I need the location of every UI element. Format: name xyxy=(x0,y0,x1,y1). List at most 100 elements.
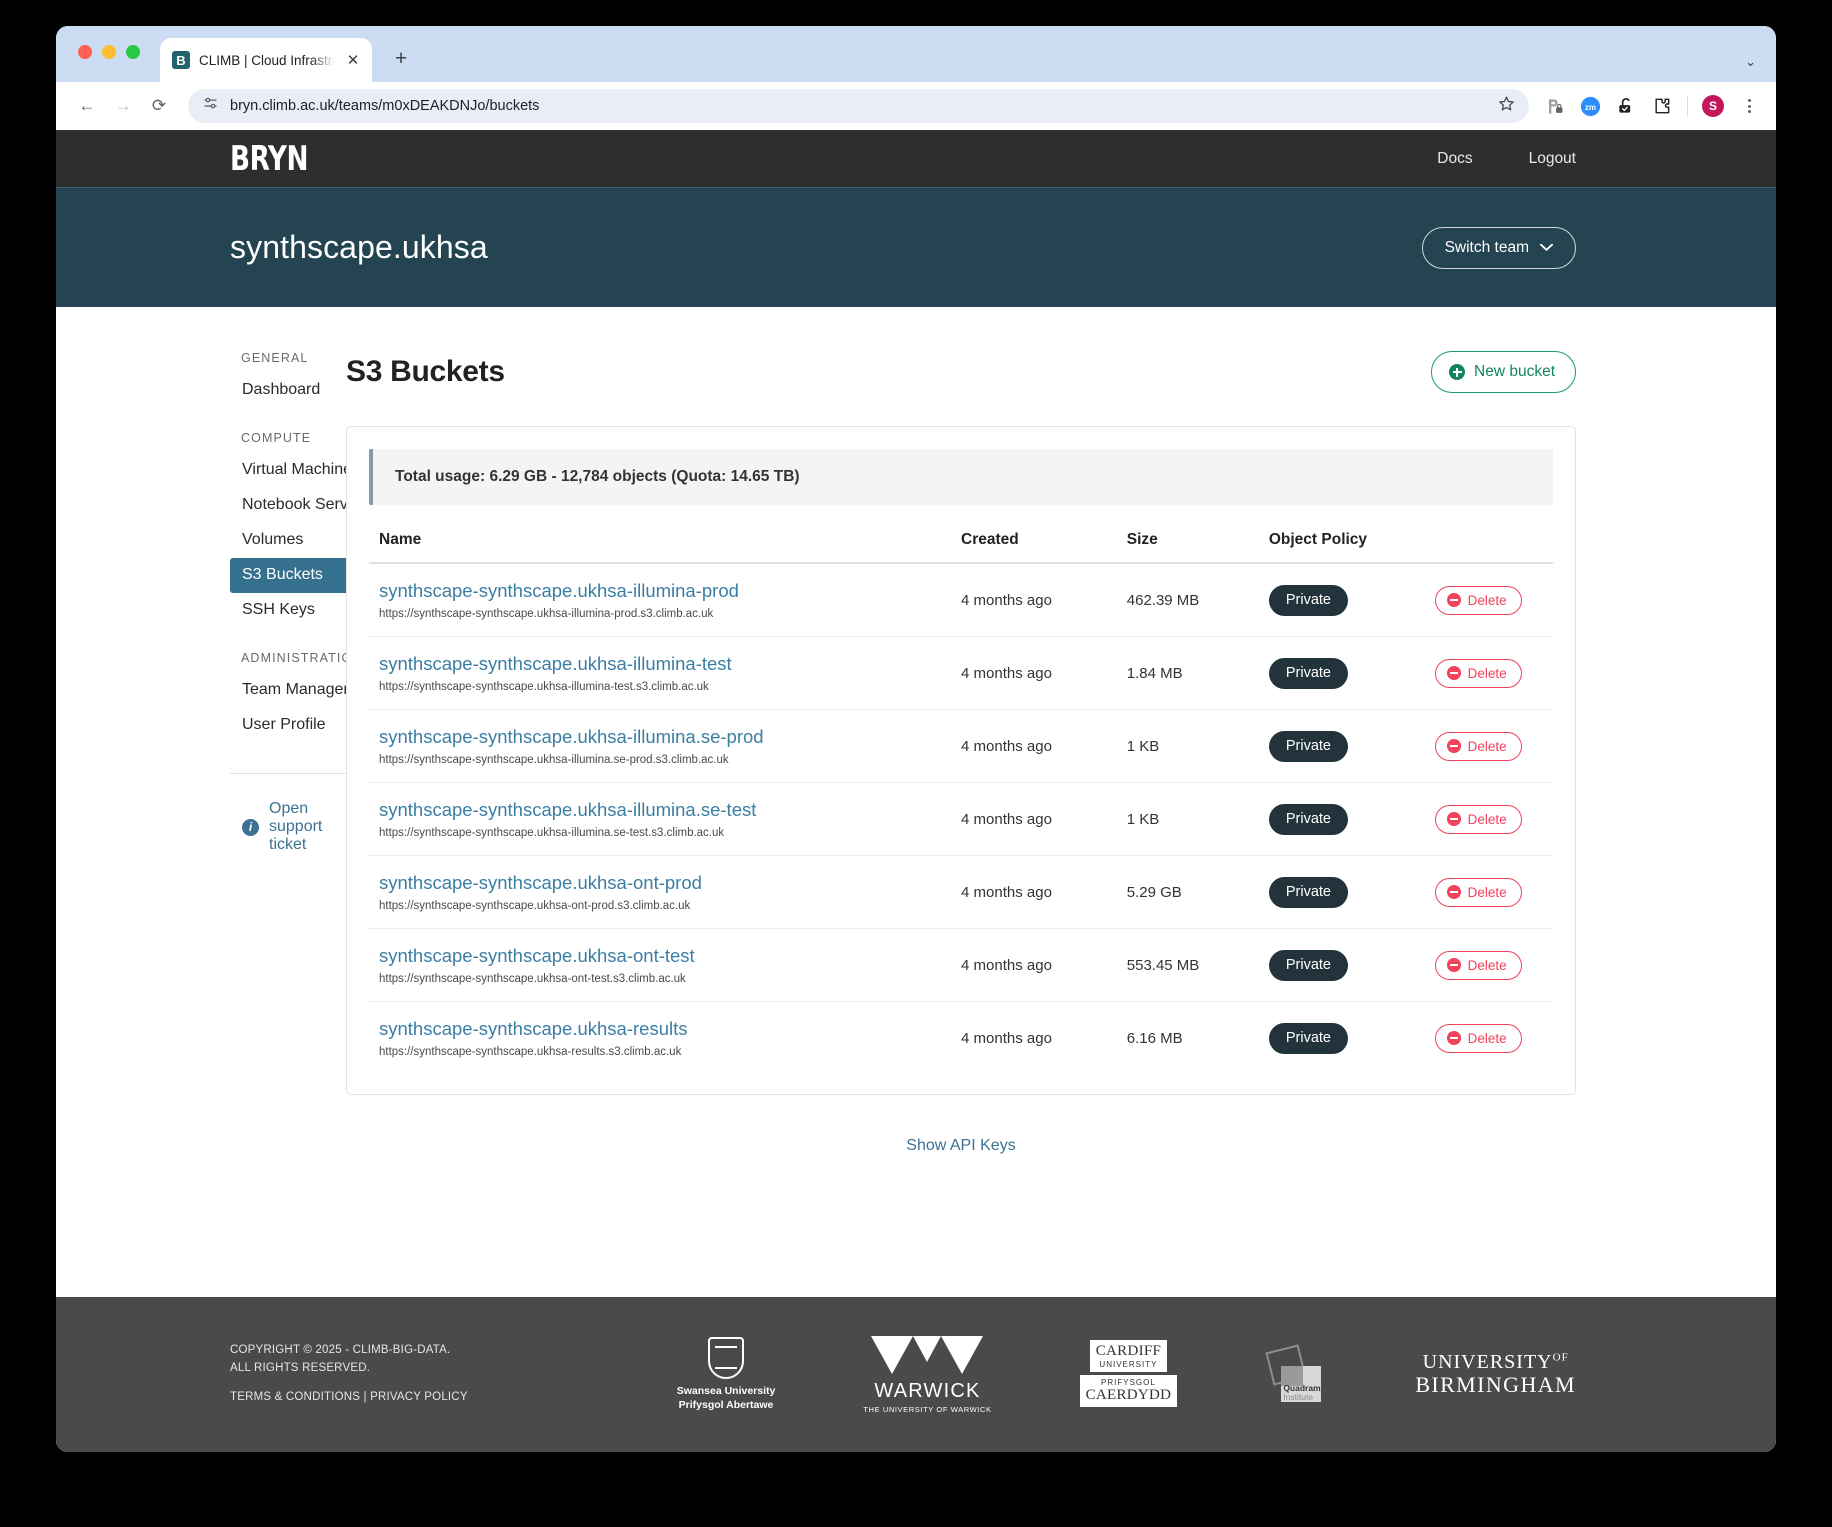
bucket-link[interactable]: synthscape-synthscape.ukhsa-illumina.se-… xyxy=(379,726,961,748)
support-link-label: Open support ticket xyxy=(269,800,323,853)
delete-bucket-button[interactable]: Delete xyxy=(1434,658,1522,688)
page-header: S3 Buckets New bucket xyxy=(346,351,1576,393)
back-arrow-icon[interactable]: ← xyxy=(72,91,102,121)
puzzle-extensions-icon[interactable] xyxy=(1651,95,1673,117)
birmingham-university-logo: UNIVERSITYOF BIRMINGHAM xyxy=(1415,1351,1576,1398)
cardiff-university-logo: CARDIFF UNIVERSITY PRIFYSGOL CAERDYDD xyxy=(1079,1339,1178,1410)
buckets-card: Total usage: 6.29 GB - 12,784 objects (Q… xyxy=(346,426,1576,1095)
bucket-name-cell: synthscape-synthscape.ukhsa-illumina-pro… xyxy=(369,563,962,637)
usage-banner: Total usage: 6.29 GB - 12,784 objects (Q… xyxy=(369,449,1553,505)
bucket-actions-cell: Delete xyxy=(1434,636,1553,710)
new-tab-button[interactable]: + xyxy=(388,46,414,72)
bryn-logo[interactable]: BRYN xyxy=(230,139,308,179)
tab-search-chevron-down-icon[interactable]: ⌄ xyxy=(1745,54,1756,70)
bucket-created: 4 months ago xyxy=(961,782,1127,856)
bucket-actions-cell: Delete xyxy=(1434,563,1553,637)
zoom-extension-icon[interactable]: zm xyxy=(1579,95,1601,117)
quadram-name-line2: Institute xyxy=(1283,1391,1314,1402)
new-bucket-button[interactable]: New bucket xyxy=(1431,351,1576,393)
delete-bucket-button[interactable]: Delete xyxy=(1434,950,1522,980)
bucket-policy-cell: Private xyxy=(1268,928,1435,1002)
delete-bucket-button[interactable]: Delete xyxy=(1434,585,1522,615)
delete-bucket-button[interactable]: Delete xyxy=(1434,731,1522,761)
warwick-name: WARWICK xyxy=(874,1379,981,1402)
quadram-mark-icon: Quadram Institute xyxy=(1265,1343,1327,1406)
column-header-name: Name xyxy=(369,531,962,564)
show-api-keys-link[interactable]: Show API Keys xyxy=(346,1137,1576,1155)
bucket-link[interactable]: synthscape-synthscape.ukhsa-illumina.se-… xyxy=(379,799,961,821)
forward-arrow-icon[interactable]: → xyxy=(108,91,138,121)
close-window-button[interactable] xyxy=(78,45,92,59)
new-bucket-label: New bucket xyxy=(1474,363,1555,380)
table-header-row: Name Created Size Object Policy xyxy=(369,531,1553,564)
tab-title: CLIMB | Cloud Infrastructure f xyxy=(199,52,335,68)
bucket-link[interactable]: synthscape-synthscape.ukhsa-ont-prod xyxy=(379,872,961,894)
status-badge: Private xyxy=(1268,1022,1348,1054)
delete-label: Delete xyxy=(1467,884,1507,900)
remove-circle-icon xyxy=(1446,885,1461,899)
cardiff-name-en: CARDIFF xyxy=(1095,1342,1162,1359)
copyright-line-1: COPYRIGHT © 2025 - CLIMB-BIG-DATA. xyxy=(230,1344,451,1357)
unlock-extension-icon[interactable] xyxy=(1615,95,1637,117)
app-navbar: BRYN Docs Logout xyxy=(56,130,1776,187)
bucket-link[interactable]: synthscape-synthscape.ukhsa-results xyxy=(379,1018,961,1040)
open-support-ticket-link[interactable]: i Open support ticket xyxy=(230,800,346,854)
info-icon: i xyxy=(242,818,259,836)
sidebar-nav: GENERAL Dashboard COMPUTE Virtual Machin… xyxy=(56,351,462,1297)
warwick-triangles-icon xyxy=(871,1335,984,1374)
bucket-created: 4 months ago xyxy=(961,709,1127,783)
table-row: synthscape-synthscape.ukhsa-illumina-tes… xyxy=(369,636,1553,710)
climb-favicon: B xyxy=(172,51,190,69)
delete-bucket-button[interactable]: Delete xyxy=(1434,1023,1522,1053)
bucket-size: 1 KB xyxy=(1126,782,1269,856)
delete-label: Delete xyxy=(1467,811,1507,827)
status-badge: Private xyxy=(1268,730,1348,762)
bucket-link[interactable]: synthscape-synthscape.ukhsa-ont-test xyxy=(379,945,961,967)
footer-legal-links[interactable]: TERMS & CONDITIONS | PRIVACY POLICY xyxy=(230,1389,468,1407)
birmingham-line1: UNIVERSITY xyxy=(1422,1350,1553,1373)
password-manager-icon[interactable] xyxy=(1543,95,1565,117)
address-bar[interactable]: bryn.climb.ac.uk/teams/m0xDEAKDNJo/bucke… xyxy=(188,89,1529,123)
remove-circle-icon xyxy=(1446,593,1461,607)
page-body: GENERAL Dashboard COMPUTE Virtual Machin… xyxy=(56,307,1776,1297)
bucket-link[interactable]: synthscape-synthscape.ukhsa-illumina-pro… xyxy=(379,580,961,602)
page-title: S3 Buckets xyxy=(346,355,505,388)
remove-circle-icon xyxy=(1446,1031,1461,1045)
status-badge: Private xyxy=(1268,803,1348,835)
copyright-line-2: ALL RIGHTS RESERVED. xyxy=(230,1362,371,1375)
bucket-name-cell: synthscape-synthscape.ukhsa-illumina-tes… xyxy=(369,636,962,710)
browser-menu-kebab-icon[interactable] xyxy=(1738,95,1760,117)
bucket-size: 1 KB xyxy=(1126,709,1269,783)
delete-label: Delete xyxy=(1467,957,1507,973)
browser-window: B CLIMB | Cloud Infrastructure f ✕ + ⌄ ←… xyxy=(56,26,1776,1452)
switch-team-button[interactable]: Switch team xyxy=(1421,226,1576,269)
bucket-actions-cell: Delete xyxy=(1434,855,1553,929)
bucket-url: https://synthscape-synthscape.ukhsa-ont-… xyxy=(379,973,686,985)
maximize-window-button[interactable] xyxy=(126,45,140,59)
delete-bucket-button[interactable]: Delete xyxy=(1434,877,1522,907)
profile-avatar[interactable]: S xyxy=(1702,95,1724,117)
bucket-actions-cell: Delete xyxy=(1434,709,1553,783)
table-row: synthscape-synthscape.ukhsa-ont-prod htt… xyxy=(369,855,1553,929)
bucket-link[interactable]: synthscape-synthscape.ukhsa-illumina-tes… xyxy=(379,653,961,675)
nav-link-logout[interactable]: Logout xyxy=(1529,150,1576,168)
bucket-policy-cell: Private xyxy=(1268,563,1435,637)
quadram-institute-logo: Quadram Institute xyxy=(1265,1343,1327,1406)
browser-toolbar: ← → ⟳ bryn.climb.ac.uk/teams/m0xDEAKDNJo… xyxy=(56,82,1776,130)
browser-tab[interactable]: B CLIMB | Cloud Infrastructure f ✕ xyxy=(160,38,372,82)
minimize-window-button[interactable] xyxy=(102,45,116,59)
browser-tab-strip: B CLIMB | Cloud Infrastructure f ✕ + ⌄ xyxy=(56,26,1776,82)
site-settings-tune-icon[interactable] xyxy=(202,95,219,117)
bucket-created: 4 months ago xyxy=(961,636,1127,710)
swansea-crest-icon xyxy=(708,1336,745,1379)
bucket-url: https://synthscape-synthscape.ukhsa-illu… xyxy=(379,608,714,620)
reload-icon[interactable]: ⟳ xyxy=(144,91,174,121)
bookmark-star-icon[interactable] xyxy=(1498,95,1515,117)
footer-partner-logos: Swansea University Prifysgol Abertawe WA… xyxy=(677,1335,1576,1414)
delete-label: Delete xyxy=(1467,592,1507,608)
nav-link-docs[interactable]: Docs xyxy=(1437,150,1472,168)
url-text: bryn.climb.ac.uk/teams/m0xDEAKDNJo/bucke… xyxy=(230,98,540,114)
close-tab-icon[interactable]: ✕ xyxy=(344,51,362,69)
delete-bucket-button[interactable]: Delete xyxy=(1434,804,1522,834)
status-badge: Private xyxy=(1268,657,1348,689)
